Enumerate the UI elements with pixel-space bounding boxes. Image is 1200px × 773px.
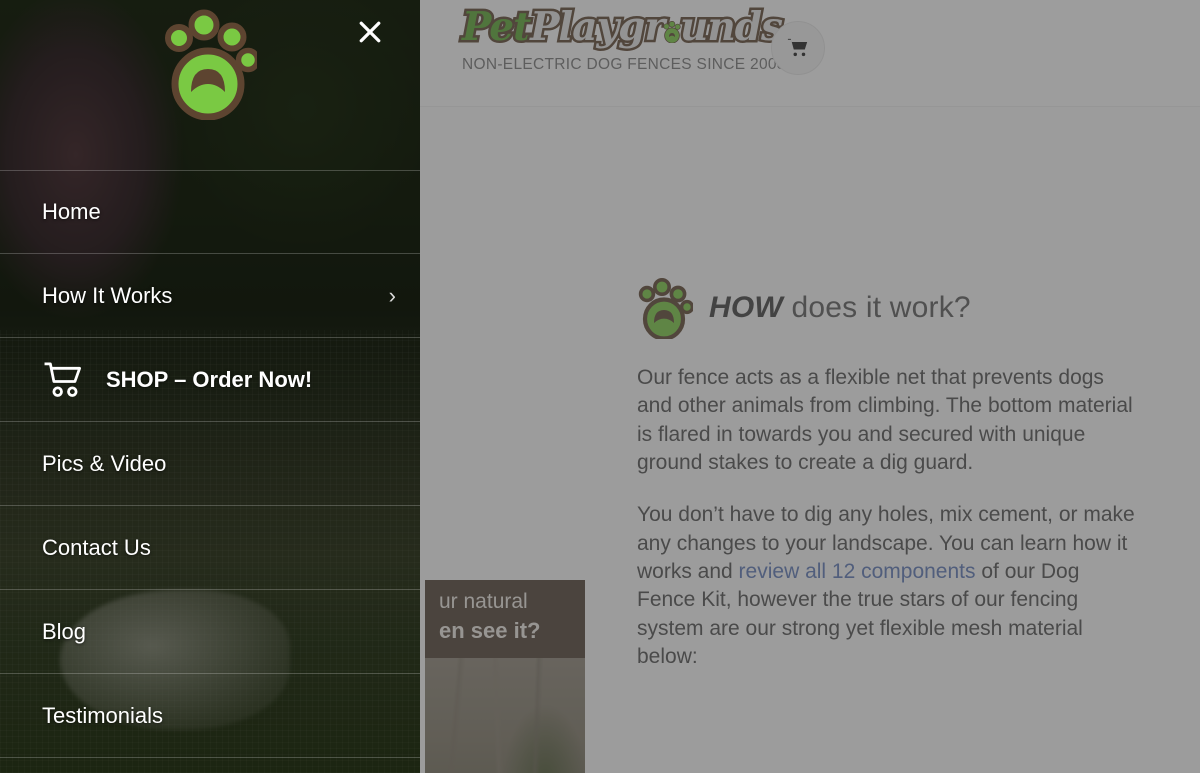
menu-item-label: Testimonials [42,702,164,728]
menu-item-testimonials[interactable]: Testimonials [0,674,420,758]
menu-close-button[interactable] [348,10,392,54]
menu-item-shop[interactable]: SHOP – Order Now! [0,338,420,422]
menu-item-pics-video[interactable]: Pics & Video [0,422,420,506]
menu-logo[interactable] [163,8,257,120]
menu-item-home[interactable]: Home [0,170,420,254]
menu-item-label: Home [42,199,101,224]
menu-item-how-it-works[interactable]: How It Works › [0,254,420,338]
chevron-right-icon[interactable]: › [389,283,396,309]
menu-item-label: SHOP – Order Now! [106,366,313,392]
menu-item-contact-us[interactable]: Contact Us [0,506,420,590]
shopping-cart-icon [42,361,88,399]
menu-item-blog[interactable]: Blog [0,590,420,674]
close-icon [355,17,385,47]
menu-item-label: Blog [42,618,87,644]
menu-item-label: How It Works [42,282,173,308]
menu-item-label: Contact Us [42,534,151,560]
menu-item-label: Pics & Video [42,450,167,476]
page-root: PetPlaygr unds NON-ELECTRIC DOG FENCES S… [0,0,1200,773]
slideout-menu-panel: Home How It Works › SHOP – Order Now! Pi… [0,0,420,773]
menu-nav: Home How It Works › SHOP – Order Now! Pi… [0,170,420,758]
